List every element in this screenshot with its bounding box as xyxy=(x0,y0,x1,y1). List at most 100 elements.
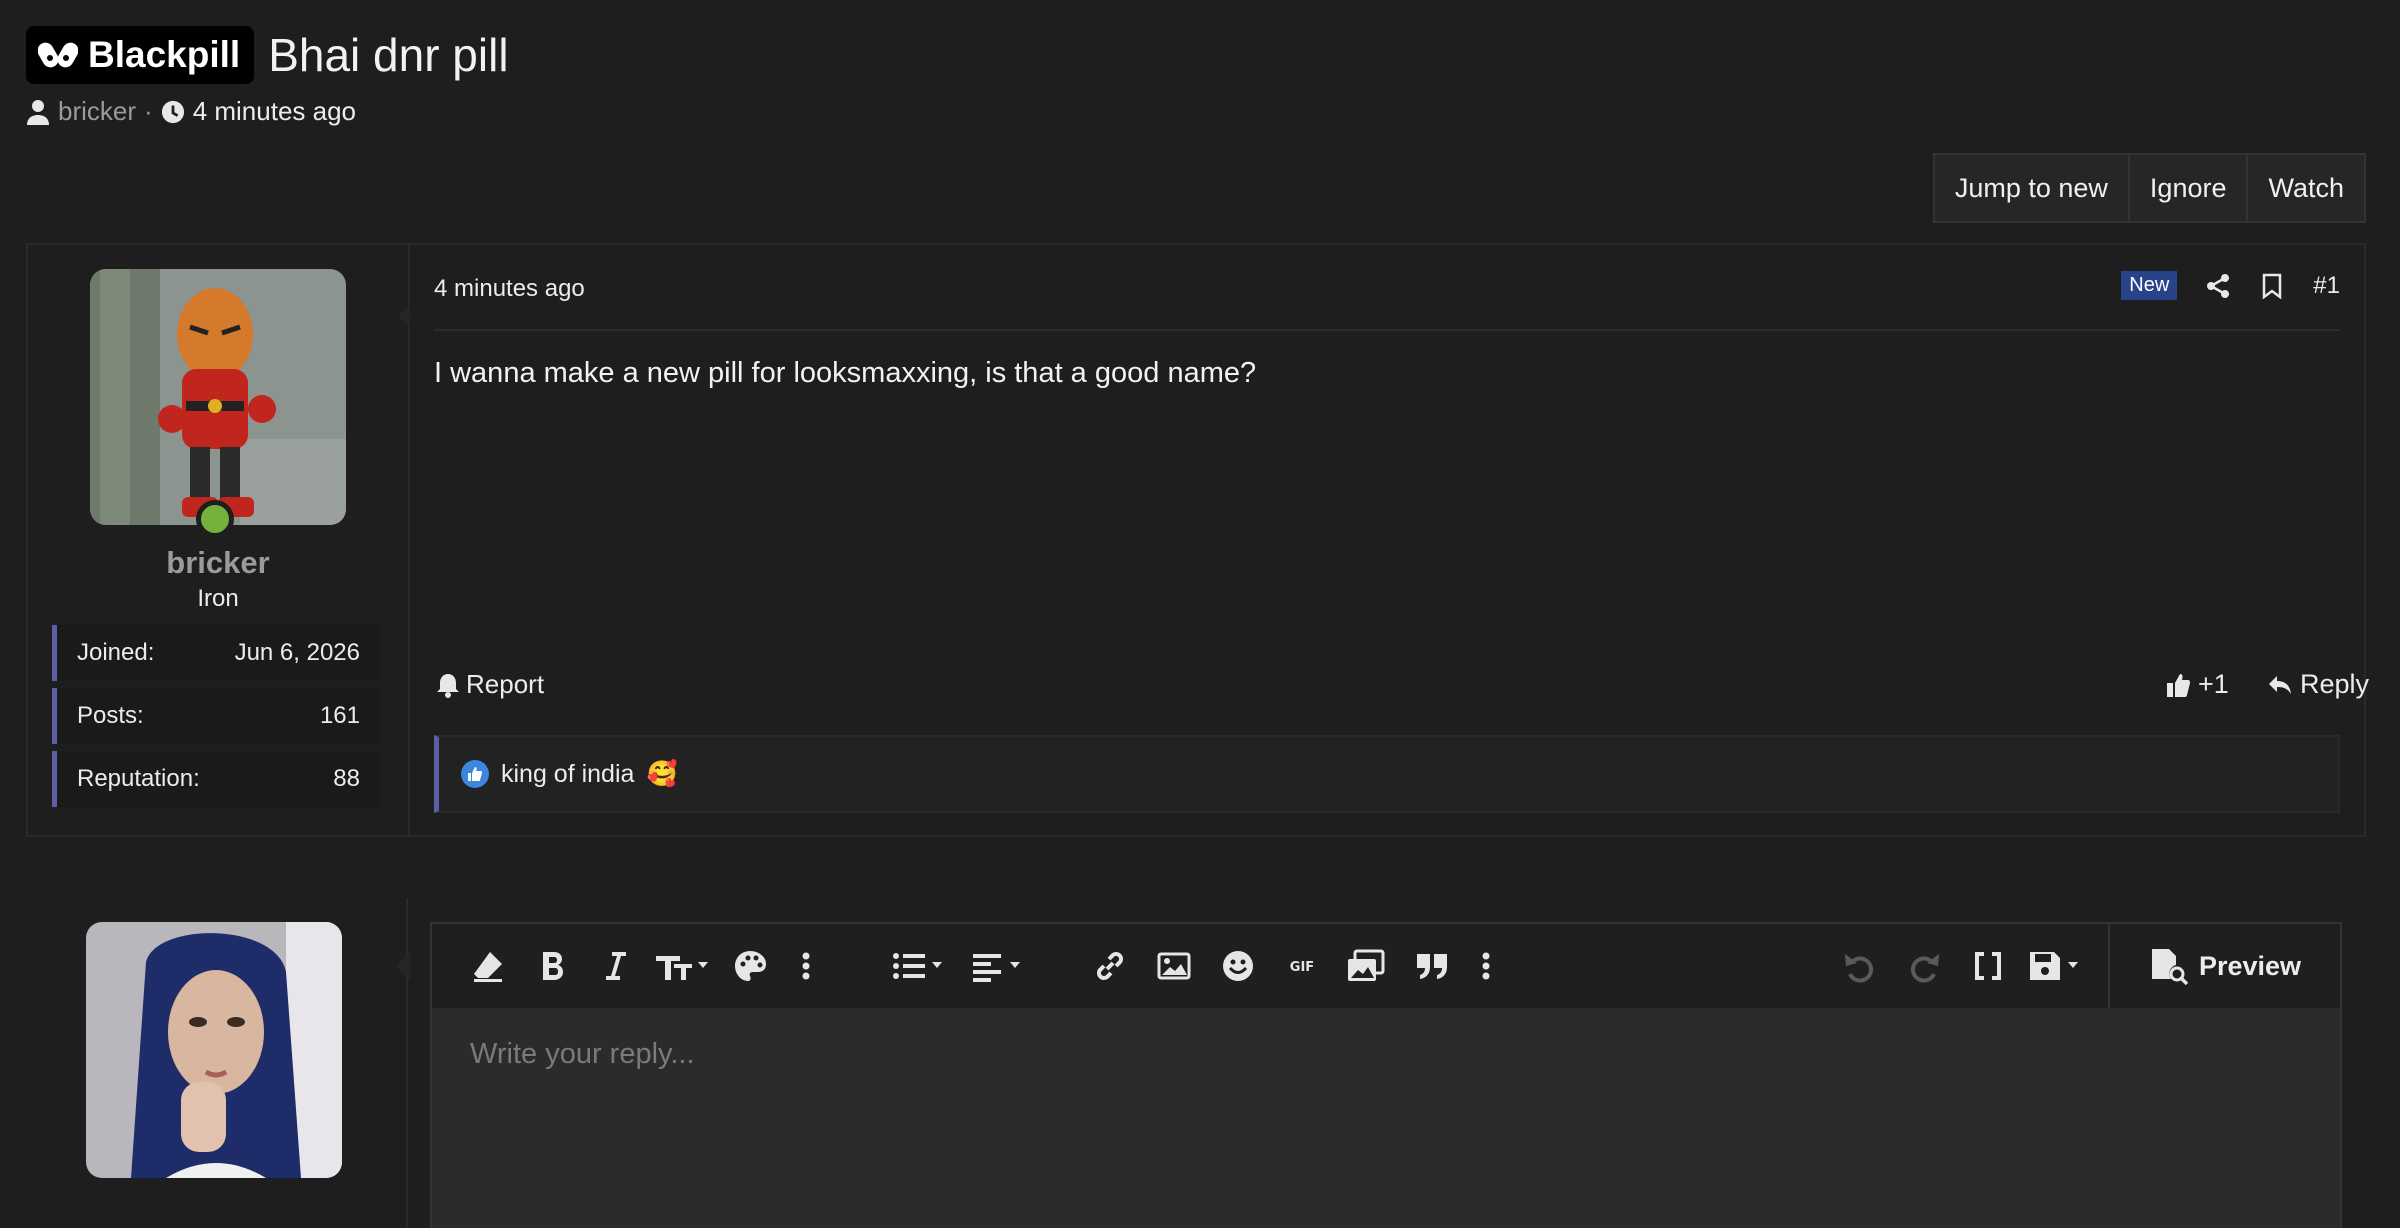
post-message-column: 4 minutes ago New #1 I wanna make a new … xyxy=(410,245,2369,835)
current-user-avatar[interactable] xyxy=(86,922,342,1178)
new-badge: New xyxy=(2121,271,2178,300)
reply-icon xyxy=(2269,675,2291,694)
italic-icon xyxy=(606,952,626,980)
user-title: Iron xyxy=(197,585,239,612)
smiley-icon xyxy=(1223,951,1253,981)
avatar[interactable] xyxy=(90,269,346,525)
thread-prefix[interactable]: Blackpill xyxy=(26,26,255,84)
save-icon xyxy=(2030,952,2078,980)
post-number[interactable]: #1 xyxy=(2313,272,2340,300)
thread-time[interactable]: 4 minutes ago xyxy=(193,96,356,127)
thread-prefix-label: Blackpill xyxy=(88,34,241,75)
thread-header: Blackpill Bhai dnr pill xyxy=(26,26,509,84)
bold-button[interactable] xyxy=(534,924,570,1008)
online-status-indicator xyxy=(196,500,234,538)
pill-icon xyxy=(38,42,78,68)
post-user-column: bricker Iron Joined: Jun 6, 2026 Posts: … xyxy=(28,245,410,835)
editor-arrow xyxy=(396,952,410,980)
link-icon xyxy=(1097,952,1123,980)
user-stat-reputation: Reputation: 88 xyxy=(52,751,380,807)
list-icon xyxy=(893,953,942,979)
bold-icon xyxy=(543,952,563,980)
ignore-button[interactable]: Ignore xyxy=(2127,155,2247,221)
quote-icon xyxy=(1417,954,1447,979)
jump-to-new-button[interactable]: Jump to new xyxy=(1935,155,2128,221)
like-button[interactable]: +1 xyxy=(2166,669,2229,700)
user-stat-joined: Joined: Jun 6, 2026 xyxy=(52,625,380,681)
like-count: +1 xyxy=(2198,669,2229,699)
watch-button[interactable]: Watch xyxy=(2246,155,2364,221)
quick-reply-user-column xyxy=(26,898,408,1228)
reply-placeholder: Write your reply... xyxy=(470,1038,695,1070)
post-header-divider xyxy=(434,329,2340,331)
quick-reply: GIF Preview Write your reply... xyxy=(26,898,2366,1228)
bookmark-icon[interactable] xyxy=(2259,273,2285,299)
gif-button[interactable]: GIF xyxy=(1284,924,1320,1008)
preview-document-icon xyxy=(2151,949,2189,985)
palette-icon xyxy=(735,951,766,981)
share-icon[interactable] xyxy=(2205,273,2231,299)
more-formatting-button[interactable] xyxy=(798,924,814,1008)
gif-icon: GIF xyxy=(1290,960,1314,975)
text-size-icon xyxy=(656,956,708,980)
insert-image-button[interactable] xyxy=(1156,924,1192,1008)
undo-icon xyxy=(1845,954,1874,983)
preview-label: Preview xyxy=(2198,950,2302,981)
text-color-button[interactable] xyxy=(732,924,768,1008)
align-left-icon xyxy=(973,954,1020,982)
text-size-dropdown[interactable] xyxy=(654,924,714,1008)
clear-formatting-button[interactable] xyxy=(470,924,506,1008)
stat-label: Reputation: xyxy=(77,765,200,792)
svg-text:GIF: GIF xyxy=(1290,960,1314,975)
page-title: Bhai dnr pill xyxy=(268,29,509,81)
user-stat-posts: Posts: 161 xyxy=(52,688,380,744)
report-link[interactable]: Report xyxy=(436,669,544,700)
post-username[interactable]: bricker xyxy=(28,545,408,581)
editor-toolbar: GIF xyxy=(432,924,2340,1008)
post-1: bricker Iron Joined: Jun 6, 2026 Posts: … xyxy=(26,243,2369,837)
more-insert-button[interactable] xyxy=(1478,924,1494,1008)
report-label: Report xyxy=(466,669,545,699)
image-icon xyxy=(1157,952,1191,980)
preview-button[interactable]: Preview xyxy=(2108,924,2340,1008)
reactions-text[interactable]: king of india xyxy=(501,760,634,789)
thread-author[interactable]: bricker xyxy=(58,96,136,127)
reply-textarea[interactable]: Write your reply... xyxy=(432,1008,2340,1228)
italic-button[interactable] xyxy=(598,924,634,1008)
brackets-icon xyxy=(1975,952,2001,980)
more-vertical-icon xyxy=(802,952,810,980)
post-time[interactable]: 4 minutes ago xyxy=(434,275,585,303)
gallery-icon xyxy=(1348,949,1385,981)
thumbs-up-icon xyxy=(2167,673,2190,697)
bbcode-toggle-button[interactable] xyxy=(1970,924,2006,1008)
redo-icon xyxy=(1910,954,1939,983)
clock-icon xyxy=(161,100,184,123)
reactions-bar[interactable]: king of india 🥰 xyxy=(434,735,2340,813)
draft-dropdown[interactable] xyxy=(2028,924,2088,1008)
more-vertical-icon xyxy=(1482,952,1490,980)
stat-value: 88 xyxy=(333,765,360,792)
reply-label: Reply xyxy=(2300,669,2370,699)
align-dropdown[interactable] xyxy=(972,924,1032,1008)
reply-editor: GIF Preview Write your reply... xyxy=(430,922,2342,1228)
list-dropdown[interactable] xyxy=(892,924,952,1008)
emoji-button[interactable] xyxy=(1220,924,1256,1008)
undo-button[interactable] xyxy=(1842,924,1878,1008)
thread-meta: bricker · 4 minutes ago xyxy=(26,96,356,127)
quote-button[interactable] xyxy=(1414,924,1450,1008)
insert-link-button[interactable] xyxy=(1092,924,1128,1008)
user-icon xyxy=(27,99,49,125)
stat-value: 161 xyxy=(319,702,360,729)
thread-actions: Jump to new Ignore Watch xyxy=(1932,153,2366,223)
bell-icon xyxy=(437,673,459,698)
meta-separator: · xyxy=(144,96,153,126)
stat-label: Posts: xyxy=(77,702,144,729)
eraser-icon xyxy=(474,952,502,982)
stat-label: Joined: xyxy=(77,639,155,666)
redo-button[interactable] xyxy=(1906,924,1942,1008)
reply-button[interactable]: Reply xyxy=(2268,669,2369,700)
stat-value: Jun 6, 2026 xyxy=(234,639,360,666)
media-button[interactable] xyxy=(1346,924,1386,1008)
avatar-image xyxy=(90,269,346,525)
post-header-actions: New #1 xyxy=(2121,271,2340,300)
